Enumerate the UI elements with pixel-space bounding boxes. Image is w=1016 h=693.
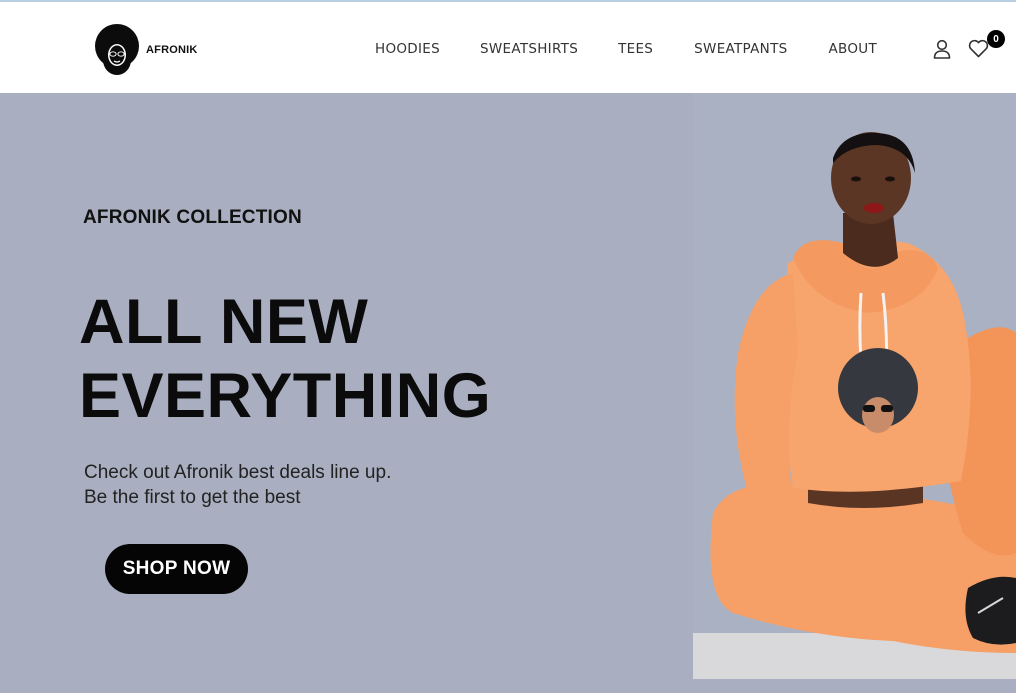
nav-item-hoodies[interactable]: HOODIES [375,41,440,57]
shop-now-button[interactable]: SHOP NOW [105,544,248,594]
nav-item-about[interactable]: ABOUT [828,41,877,57]
afro-logo-icon [95,24,139,75]
hero-headline: ALL NEW EVERYTHING [79,285,491,433]
user-icon[interactable] [933,39,951,59]
site-header: AFRONIK HOODIES SWEATSHIRTS TEES SWEATPA… [0,2,1016,93]
hero-headline-line2: EVERYTHING [79,361,492,431]
hero-eyebrow: AFRONIK COLLECTION [83,207,302,228]
hero-headline-line1: ALL NEW [79,287,369,357]
nav-item-tees[interactable]: TEES [618,41,653,57]
hero-subtitle-line1: Check out Afronik best deals line up. [84,462,392,483]
hero-model-image [693,93,1016,679]
hero-banner: AFRONIK COLLECTION ALL NEW EVERYTHING Ch… [0,93,1016,693]
nav-item-sweatshirts[interactable]: SWEATSHIRTS [480,41,578,57]
hero-subtitle-line2: Be the first to get the best [84,487,301,508]
brand-name: AFRONIK [146,44,198,56]
hero-subtitle: Check out Afronik best deals line up. Be… [84,460,391,510]
main-nav: HOODIES SWEATSHIRTS TEES SWEATPANTS ABOU… [355,38,877,60]
heart-icon[interactable] [968,39,989,58]
brand-logo[interactable]: AFRONIK [94,22,198,76]
wishlist-count-badge: 0 [987,30,1005,48]
nav-item-sweatpants[interactable]: SWEATPANTS [694,41,787,57]
